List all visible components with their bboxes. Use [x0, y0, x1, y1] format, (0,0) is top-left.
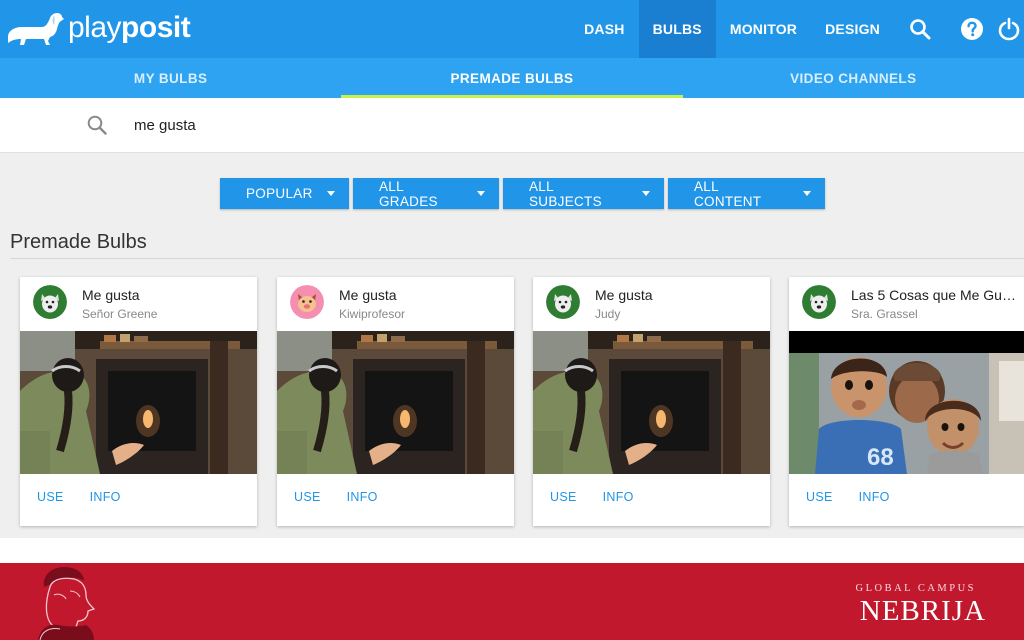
- footer-campus-label: GLOBAL CAMPUS: [855, 583, 976, 594]
- filter-label: POPULAR: [246, 186, 313, 201]
- search-icon: [87, 115, 107, 135]
- dachshund-logo-icon: [8, 13, 64, 45]
- power-icon: [998, 17, 1020, 41]
- filter-bar: POPULAR ALL GRADES ALL SUBJECTS ALL CONT…: [220, 178, 825, 209]
- card-actions: USE INFO: [20, 490, 125, 510]
- filter-grades-dropdown[interactable]: ALL GRADES: [353, 178, 499, 209]
- card-title[interactable]: Me gusta: [595, 287, 760, 303]
- tab-my-bulbs[interactable]: MY BULBS: [0, 58, 341, 98]
- content-bottom-strip: [0, 538, 1024, 563]
- bulb-tabs: MY BULBS PREMADE BULBS VIDEO CHANNELS: [0, 58, 1024, 98]
- filter-popular-dropdown[interactable]: POPULAR: [220, 178, 349, 209]
- tab-video-channels[interactable]: VIDEO CHANNELS: [683, 58, 1024, 98]
- nav-bulbs[interactable]: BULBS: [638, 0, 716, 58]
- main-nav: DASH BULBS MONITOR DESIGN: [570, 0, 1024, 58]
- nav-dash[interactable]: DASH: [570, 0, 638, 58]
- caret-down-icon: [477, 191, 485, 196]
- nav-help-button[interactable]: [946, 0, 998, 58]
- filter-label: ALL CONTENT: [694, 178, 762, 209]
- section-title: Premade Bulbs: [10, 231, 147, 253]
- info-button[interactable]: INFO: [603, 490, 634, 510]
- bulb-card[interactable]: Me gusta Señor Greene USE INFO: [20, 277, 257, 526]
- card-actions: USE INFO: [789, 490, 894, 510]
- use-button[interactable]: USE: [550, 490, 577, 510]
- filter-label: ALL GRADES: [379, 178, 438, 209]
- search-bar: [0, 98, 1024, 153]
- nebrija-portrait-logo: [38, 567, 96, 640]
- section-divider: [10, 258, 1024, 259]
- dog-avatar-icon: [546, 285, 580, 319]
- dog-avatar-icon: [802, 285, 836, 319]
- logo-text-play: play: [68, 11, 122, 44]
- nav-power-button[interactable]: [998, 0, 1024, 58]
- video-thumbnail[interactable]: [789, 331, 1024, 474]
- filter-subjects-dropdown[interactable]: ALL SUBJECTS: [503, 178, 664, 209]
- tab-premade-bulbs[interactable]: PREMADE BULBS: [341, 58, 683, 98]
- card-header: Me gusta Judy: [533, 277, 770, 331]
- bulb-card[interactable]: Me gusta Kiwiprofesor USE INFO: [277, 277, 514, 526]
- top-app-bar: playposit DASH BULBS MONITOR DESIGN: [0, 0, 1024, 58]
- use-button[interactable]: USE: [806, 490, 833, 510]
- card-header: Las 5 Cosas que Me Gus... Sra. Grassel: [789, 277, 1024, 331]
- bulb-card[interactable]: Me gusta Judy USE INFO: [533, 277, 770, 526]
- footer-brand: NEBRIJA: [859, 595, 986, 627]
- filter-label: ALL SUBJECTS: [529, 178, 602, 209]
- card-author: Sra. Grassel: [851, 307, 918, 321]
- nav-search-button[interactable]: [894, 0, 946, 58]
- bulb-card[interactable]: Las 5 Cosas que Me Gus... Sra. Grassel U…: [789, 277, 1024, 526]
- search-icon: [910, 19, 931, 40]
- caret-down-icon: [327, 191, 335, 196]
- playposit-logo[interactable]: playposit: [4, 6, 191, 52]
- card-actions: USE INFO: [533, 490, 638, 510]
- logo-text-posit: posit: [121, 11, 191, 44]
- video-thumbnail[interactable]: [533, 331, 770, 474]
- nav-design[interactable]: DESIGN: [811, 0, 894, 58]
- nav-monitor[interactable]: MONITOR: [716, 0, 811, 58]
- card-title[interactable]: Me gusta: [339, 287, 504, 303]
- card-actions: USE INFO: [277, 490, 382, 510]
- search-input[interactable]: [134, 112, 734, 138]
- filter-content-dropdown[interactable]: ALL CONTENT: [668, 178, 825, 209]
- video-thumbnail[interactable]: [277, 331, 514, 474]
- card-author: Señor Greene: [82, 307, 158, 321]
- info-button[interactable]: INFO: [859, 490, 890, 510]
- use-button[interactable]: USE: [37, 490, 64, 510]
- card-author: Judy: [595, 307, 621, 321]
- caret-down-icon: [642, 191, 650, 196]
- card-header: Me gusta Kiwiprofesor: [277, 277, 514, 331]
- video-thumbnail[interactable]: [20, 331, 257, 474]
- info-button[interactable]: INFO: [90, 490, 121, 510]
- info-button[interactable]: INFO: [347, 490, 378, 510]
- logo-wordmark: playposit: [68, 11, 191, 45]
- help-icon: [961, 18, 983, 40]
- card-title[interactable]: Las 5 Cosas que Me Gus...: [851, 287, 1016, 303]
- caret-down-icon: [803, 191, 811, 196]
- pig-avatar-icon: [290, 285, 324, 319]
- use-button[interactable]: USE: [294, 490, 321, 510]
- card-title[interactable]: Me gusta: [82, 287, 247, 303]
- dog-avatar-icon: [33, 285, 67, 319]
- nebrija-footer: GLOBAL CAMPUS NEBRIJA: [0, 563, 1024, 640]
- card-author: Kiwiprofesor: [339, 307, 406, 321]
- card-header: Me gusta Señor Greene: [20, 277, 257, 331]
